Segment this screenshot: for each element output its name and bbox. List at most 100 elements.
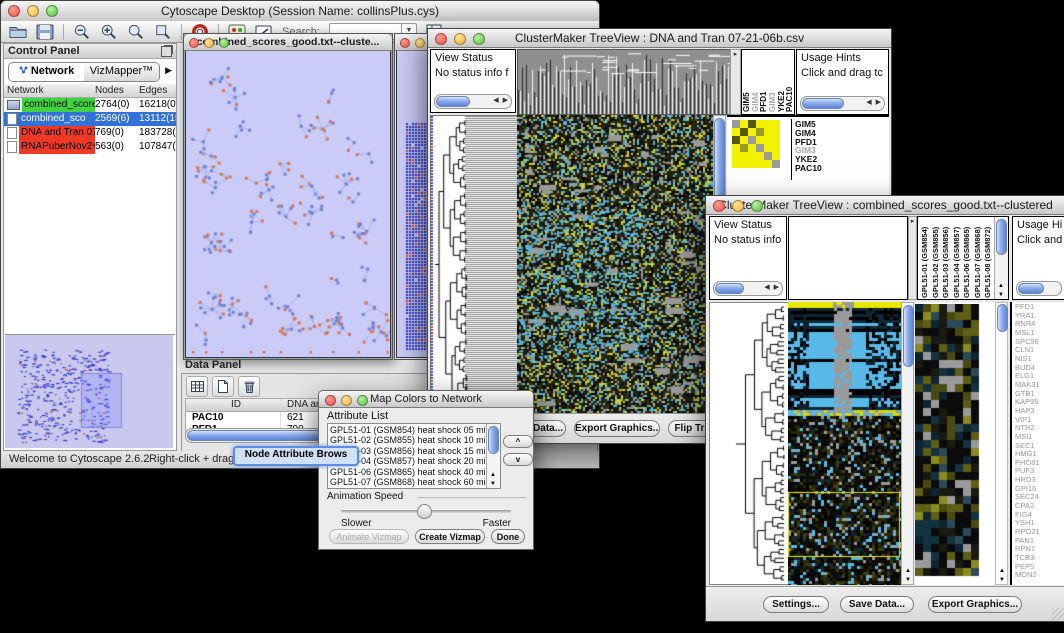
node-attribute-browser-tab[interactable]: Node Attribute Brows [233, 446, 359, 466]
close-button[interactable] [325, 395, 336, 406]
zoom-fit-icon[interactable] [127, 24, 145, 40]
matrix-cell[interactable] [740, 136, 748, 144]
scroll-arrows[interactable]: ◀ ▶ [764, 283, 780, 291]
column-label[interactable]: PFD1 [759, 52, 768, 112]
column-label[interactable]: GIM5 [742, 52, 751, 112]
move-up-button[interactable]: ^ [503, 435, 533, 448]
gene-label[interactable]: MON2 [1015, 571, 1064, 580]
scroll-thumb[interactable] [903, 305, 914, 367]
matrix-cell[interactable] [732, 128, 740, 136]
done-button[interactable]: Done [491, 529, 525, 544]
float-panel-icon[interactable] [161, 46, 172, 57]
heatmap-vscrollbar[interactable]: ▲ ▼ [901, 302, 914, 585]
matrix-cell[interactable] [740, 120, 748, 128]
scroll-arrows[interactable]: ◀ ▶ [866, 98, 882, 106]
network-table-row[interactable]: combined_scores 2764(0) 16218(0) [4, 98, 176, 112]
matrix-cell[interactable] [772, 136, 780, 144]
row-dendrogram[interactable] [709, 302, 789, 585]
matrix-cell[interactable] [756, 128, 764, 136]
splitter-strip[interactable]: ▸ [908, 216, 917, 300]
col-edges[interactable]: Edges [139, 84, 176, 97]
splitter-strip[interactable]: ▸ [730, 49, 741, 115]
close-button[interactable] [8, 5, 20, 17]
matrix-row-label[interactable]: PAC10 [795, 164, 855, 173]
column-label[interactable]: PAC10 [785, 52, 794, 112]
col-id[interactable]: ID [186, 399, 281, 411]
attribute-list-item[interactable]: GPL51-02 (GSM855) heat shock 10 min [330, 435, 486, 445]
matrix-cell[interactable] [756, 152, 764, 160]
close-button[interactable] [400, 38, 410, 48]
matrix-cell[interactable] [740, 144, 748, 152]
resize-grip[interactable] [1052, 608, 1064, 620]
cluster-vscrollbar[interactable]: ▲ ▼ [995, 302, 1008, 585]
matrix-cell[interactable] [756, 160, 764, 168]
network-overview-canvas[interactable] [5, 335, 173, 448]
view-status-hscrollbar[interactable]: ◀ ▶ [713, 281, 783, 296]
matrix-cell[interactable] [732, 136, 740, 144]
save-icon[interactable] [36, 24, 54, 40]
speed-slider-thumb[interactable] [417, 504, 432, 519]
column-dendrogram-empty[interactable] [788, 216, 908, 300]
matrix-cell[interactable] [732, 152, 740, 160]
column-label[interactable]: GPL51-01 (GSM854) [920, 218, 931, 298]
matrix-cell[interactable] [772, 128, 780, 136]
create-vizmap-button[interactable]: Create Vizmap [415, 529, 485, 544]
zoom-button[interactable] [473, 33, 485, 45]
scroll-up-arrow[interactable]: ▲ [490, 472, 496, 478]
expression-heatmap[interactable] [517, 115, 713, 413]
matrix-cell[interactable] [732, 144, 740, 152]
settings-button[interactable]: Settings... [763, 596, 829, 613]
scroll-thumb[interactable] [488, 426, 499, 454]
row-dendrogram[interactable] [430, 115, 518, 413]
export-graphics-button[interactable]: Export Graphics... [574, 420, 660, 437]
matrix-cell[interactable] [772, 120, 780, 128]
save-data-button[interactable]: Save Data... [840, 596, 914, 613]
matrix-cell[interactable] [732, 160, 740, 168]
scroll-down-arrow[interactable]: ▼ [490, 481, 496, 487]
matrix-cell[interactable] [772, 152, 780, 160]
minimize-button[interactable] [341, 395, 352, 406]
minimize-button[interactable] [27, 5, 39, 17]
scroll-thumb[interactable] [802, 98, 844, 109]
matrix-cell[interactable] [764, 120, 772, 128]
matrix-cell[interactable] [772, 160, 780, 168]
matrix-cell[interactable] [740, 128, 748, 136]
column-label[interactable]: GPL51-06 (GSM865) [962, 218, 973, 298]
attribute-list-item[interactable]: GPL51-06 (GSM865) heat shock 40 min [330, 467, 486, 477]
network-table-row[interactable]: DNA and Tran 07 769(0) 183728(0) [4, 126, 176, 140]
matrix-cell[interactable] [740, 160, 748, 168]
column-label[interactable]: GPL51-08 (GSM872) [983, 218, 994, 298]
attribute-list-vscrollbar[interactable]: ▲ ▼ [486, 424, 500, 488]
zoom-in-icon[interactable] [100, 24, 118, 40]
scroll-down-arrow[interactable]: ▼ [905, 577, 911, 583]
scroll-down-arrow[interactable]: ▼ [999, 577, 1005, 583]
matrix-cell[interactable] [748, 128, 756, 136]
network-table-row[interactable]: RNAPuberNov2+| 563(0) 107847(0) [4, 140, 176, 154]
select-attributes-icon[interactable] [186, 376, 208, 397]
usage-hints-hscrollbar[interactable]: ◀ ▶ [800, 96, 885, 111]
expression-heatmap[interactable] [788, 302, 901, 585]
network-view-content[interactable] [185, 51, 391, 358]
scroll-up-arrow[interactable]: ▲ [905, 568, 911, 574]
matrix-cell[interactable] [764, 152, 772, 160]
scroll-up-arrow[interactable]: ▲ [998, 283, 1004, 289]
matrix-cell[interactable] [764, 160, 772, 168]
close-button[interactable] [713, 200, 725, 212]
matrix-cell[interactable] [756, 120, 764, 128]
matrix-cell[interactable] [748, 144, 756, 152]
scroll-thumb[interactable] [715, 283, 744, 294]
column-label[interactable]: GPL51-02 (GSM855) [931, 218, 942, 298]
labels-vscrollbar[interactable]: ▲ ▼ [994, 217, 1008, 299]
matrix-cell[interactable] [748, 160, 756, 168]
column-label[interactable]: GIM3 [768, 52, 777, 112]
matrix-cell[interactable] [764, 144, 772, 152]
treeview2-titlebar[interactable]: ClusterMaker TreeView : combined_scores_… [706, 196, 1064, 215]
matrix-cell[interactable] [756, 144, 764, 152]
scroll-arrows[interactable]: ◀ ▶ [493, 96, 509, 104]
zoom-out-icon[interactable] [73, 24, 91, 40]
tab-network[interactable]: Network [9, 63, 84, 81]
open-file-icon[interactable] [9, 24, 27, 40]
attribute-list-item[interactable]: GPL51-01 (GSM854) heat shock 05 min [330, 425, 486, 435]
tab-vizmapper[interactable]: VizMapper™ [84, 63, 159, 81]
scroll-thumb[interactable] [436, 96, 470, 107]
